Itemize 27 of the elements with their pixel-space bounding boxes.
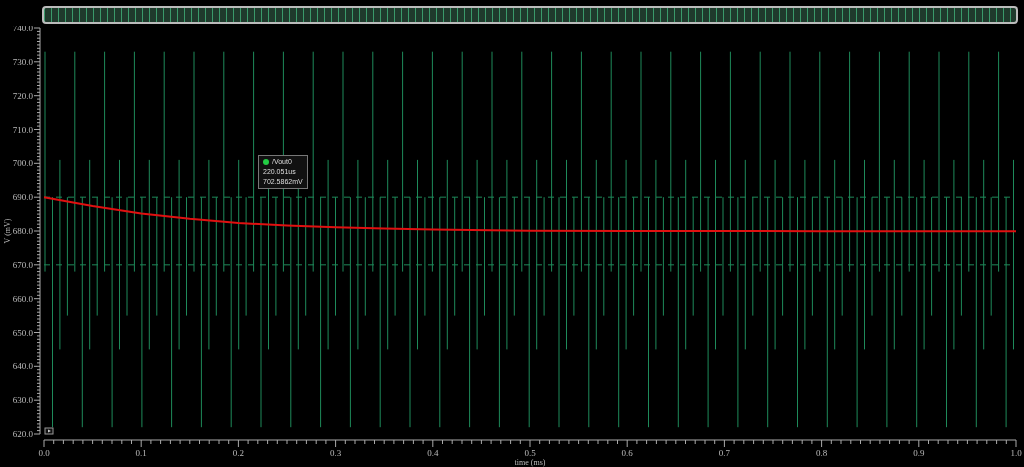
tick-label: 700.0 <box>12 158 33 169</box>
tick-label: 680.0 <box>12 226 33 236</box>
tick-label: 0.0 <box>38 448 50 458</box>
play-icon[interactable] <box>44 427 54 435</box>
tick-label: 1.0 <box>1010 448 1022 458</box>
tick-label: 710.0 <box>12 124 33 135</box>
tick-label: 670.0 <box>12 259 33 270</box>
tick-label: 620.0 <box>12 429 33 439</box>
tick-label: 660.0 <box>12 293 33 304</box>
tick-label: 650.0 <box>12 327 33 338</box>
tick-label: 690.0 <box>12 192 33 203</box>
tick-label: 0.2 <box>232 448 244 458</box>
tick-label: 630.0 <box>12 395 33 406</box>
tick-label: 720.0 <box>12 90 33 101</box>
tick-label: 0.8 <box>815 448 828 458</box>
tick-label: 0.6 <box>621 448 633 458</box>
tick-label: 0.4 <box>427 448 439 458</box>
tick-label: 0.3 <box>330 448 342 458</box>
tick-label: 640.0 <box>12 361 33 372</box>
tick-label: 0.1 <box>135 448 147 458</box>
axis-title: time (ms) <box>514 458 546 467</box>
overview-strip[interactable] <box>42 6 1018 24</box>
tick-label: 0.5 <box>524 448 536 458</box>
tick-label: 0.9 <box>913 448 925 458</box>
tick-label: 0.7 <box>718 448 731 458</box>
axis-title: V (mV) <box>3 218 12 244</box>
tick-label: 730.0 <box>12 56 33 67</box>
